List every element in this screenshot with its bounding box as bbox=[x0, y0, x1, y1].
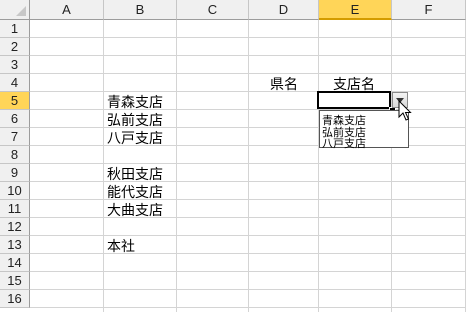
gridline bbox=[391, 20, 392, 312]
gridline bbox=[176, 20, 177, 312]
select-all-corner[interactable] bbox=[0, 0, 30, 20]
gridline bbox=[30, 271, 466, 272]
row-header-8[interactable]: 8 bbox=[0, 146, 30, 164]
row-header-5[interactable]: 5 bbox=[0, 92, 30, 110]
row-header-9[interactable]: 9 bbox=[0, 164, 30, 182]
row-header-13[interactable]: 13 bbox=[0, 236, 30, 254]
column-header-f[interactable]: F bbox=[392, 0, 466, 20]
select-all-triangle-icon bbox=[16, 6, 26, 16]
gridline bbox=[318, 20, 319, 312]
cell-e4[interactable]: 支店名 bbox=[333, 74, 375, 93]
row-header-1[interactable]: 1 bbox=[0, 20, 30, 38]
row-header-16[interactable]: 16 bbox=[0, 290, 30, 308]
validation-dropdown-list: 青森支店 弘前支店 八戸支店 bbox=[319, 110, 409, 150]
row-header-14[interactable]: 14 bbox=[0, 254, 30, 272]
gridline bbox=[30, 37, 466, 38]
gridline bbox=[248, 20, 249, 312]
cell-b11[interactable]: 大曲支店 bbox=[107, 200, 163, 219]
cell-d4[interactable]: 県名 bbox=[270, 74, 298, 93]
cell-b13[interactable]: 本社 bbox=[107, 236, 135, 255]
gridline bbox=[30, 307, 466, 308]
dropdown-option[interactable]: 八戸支店 bbox=[322, 135, 408, 150]
gridline bbox=[30, 289, 466, 290]
dropdown-option[interactable]: 青森支店 bbox=[322, 112, 408, 127]
row-header-4[interactable]: 4 bbox=[0, 74, 30, 92]
column-header-e[interactable]: E bbox=[319, 0, 392, 20]
row-header-11[interactable]: 11 bbox=[0, 200, 30, 218]
gridline bbox=[30, 163, 466, 164]
gridline bbox=[30, 181, 466, 182]
spreadsheet: A B C D E F 1 2 3 4 5 6 7 8 9 10 11 12 1… bbox=[0, 0, 466, 312]
cell-b7[interactable]: 八戸支店 bbox=[107, 128, 163, 147]
gridline bbox=[103, 20, 104, 312]
cell-b5[interactable]: 青森支店 bbox=[107, 92, 163, 111]
column-header-d[interactable]: D bbox=[249, 0, 319, 20]
row-header-2[interactable]: 2 bbox=[0, 38, 30, 56]
cell-b9[interactable]: 秋田支店 bbox=[107, 164, 163, 183]
row-header-7[interactable]: 7 bbox=[0, 128, 30, 146]
gridline bbox=[30, 235, 466, 236]
gridline bbox=[30, 217, 466, 218]
column-header-c[interactable]: C bbox=[177, 0, 249, 20]
row-header-6[interactable]: 6 bbox=[0, 110, 30, 128]
active-cell-e5[interactable] bbox=[317, 91, 391, 109]
cell-b10[interactable]: 能代支店 bbox=[107, 182, 163, 201]
gridline bbox=[30, 253, 466, 254]
row-header-10[interactable]: 10 bbox=[0, 182, 30, 200]
row-header-12[interactable]: 12 bbox=[0, 218, 30, 236]
gridline bbox=[30, 73, 466, 74]
cell-b6[interactable]: 弘前支店 bbox=[107, 110, 163, 129]
gridline bbox=[30, 199, 466, 200]
mouse-pointer-icon bbox=[398, 100, 412, 121]
row-header-15[interactable]: 15 bbox=[0, 272, 30, 290]
column-header-a[interactable]: A bbox=[30, 0, 104, 20]
gridline bbox=[30, 55, 466, 56]
row-header-3[interactable]: 3 bbox=[0, 56, 30, 74]
dropdown-option[interactable]: 弘前支店 bbox=[322, 124, 408, 139]
column-header-b[interactable]: B bbox=[104, 0, 177, 20]
